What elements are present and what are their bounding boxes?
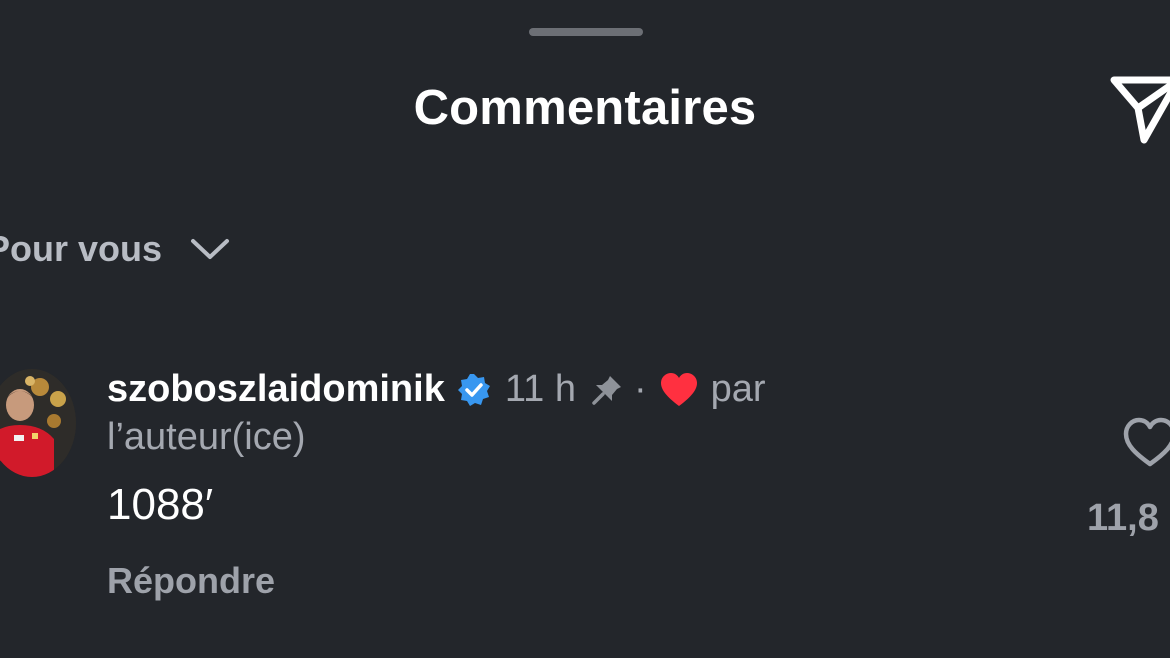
heart-outline-icon (1120, 414, 1170, 470)
comment-filter-dropdown[interactable]: Pour vous (0, 228, 230, 270)
chevron-down-icon (190, 237, 230, 261)
avatar[interactable] (0, 369, 76, 477)
sheet-grab-handle[interactable] (529, 28, 643, 36)
comment-timestamp: 11 h (504, 368, 576, 410)
by-author-label: par (710, 368, 766, 410)
comment-header: szoboszlaidominik 11 h · par (107, 368, 766, 411)
separator-dot: · (633, 368, 647, 410)
pin-icon (590, 373, 624, 407)
paper-plane-icon (1108, 70, 1170, 150)
page-title: Commentaires (413, 81, 757, 135)
like-count: 11,8 (1087, 497, 1159, 539)
comments-sheet: Commentaires Pour vous szoboszlaidominik… (0, 0, 1170, 658)
by-author-label-continued: l’auteur(ice) (107, 416, 306, 458)
verified-badge-icon (457, 373, 491, 407)
comment-username[interactable]: szoboszlaidominik (107, 368, 445, 411)
share-button[interactable] (1108, 70, 1170, 150)
like-button[interactable] (1120, 414, 1170, 470)
filter-label: Pour vous (0, 228, 163, 269)
reply-button[interactable]: Répondre (107, 560, 275, 602)
heart-filled-icon (659, 372, 699, 408)
comment-text: 1088′ (107, 480, 214, 529)
